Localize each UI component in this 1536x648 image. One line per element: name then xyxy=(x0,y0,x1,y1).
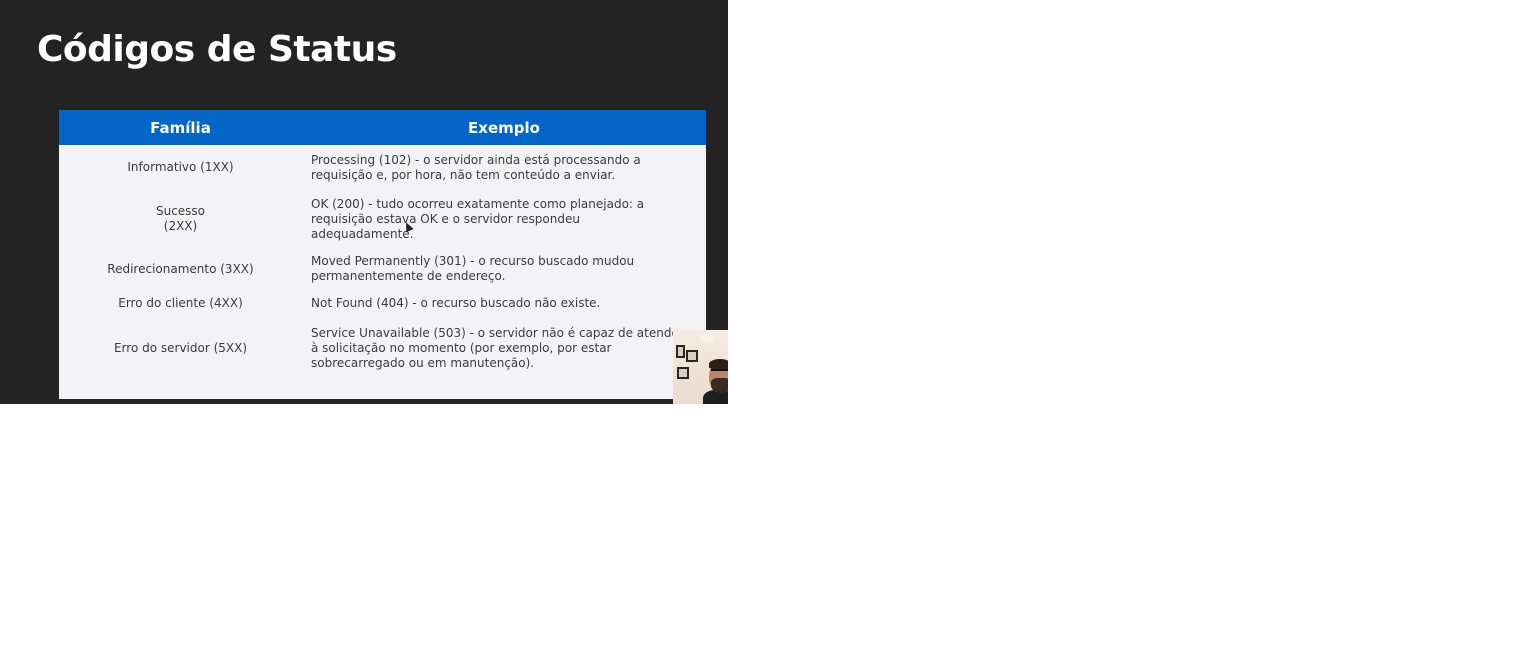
familia-cell: Erro do cliente (4XX) xyxy=(59,290,302,316)
familia-cell: Informativo (1XX) xyxy=(59,145,302,190)
exemplo-cell: OK (200) - tudo ocorreu exatamente como … xyxy=(311,196,645,241)
slide-title: Códigos de Status xyxy=(37,29,397,70)
familia-label-code: (2XX) xyxy=(163,219,198,233)
familia-label: Erro do cliente (4XX) xyxy=(118,295,243,310)
presenter-beard xyxy=(711,378,728,393)
header-exemplo: Exemplo xyxy=(302,110,706,145)
familia-label: Informativo (1XX) xyxy=(127,160,234,174)
status-codes-table: Família Exemplo Informativo (1XX) Proces… xyxy=(59,110,706,380)
presentation-slide: Códigos de Status Família Exemplo Inform… xyxy=(0,0,728,404)
familia-cell: Sucesso (2XX) xyxy=(59,190,302,248)
status-codes-table-container: Família Exemplo Informativo (1XX) Proces… xyxy=(59,110,706,399)
familia-label: Sucesso xyxy=(155,204,206,218)
lamp-shape xyxy=(701,336,713,341)
familia-label: Erro do servidor (5XX) xyxy=(113,340,248,355)
table-header-row: Família Exemplo xyxy=(59,110,706,145)
presenter-hair xyxy=(709,359,728,369)
table-row: Sucesso (2XX) OK (200) - tudo ocorreu ex… xyxy=(59,190,706,248)
familia-label: Redirecionamento (3XX) xyxy=(107,261,254,276)
wall-frame xyxy=(686,350,698,362)
exemplo-cell: Processing (102) - o servidor ainda está… xyxy=(311,152,641,182)
exemplo-cell: Moved Permanently (301) - o recurso busc… xyxy=(311,254,635,283)
familia-cell: Erro do servidor (5XX) xyxy=(59,316,302,380)
table-row: Informativo (1XX) Processing (102) - o s… xyxy=(59,145,706,190)
presenter-webcam-video[interactable] xyxy=(673,330,728,404)
exemplo-cell: Service Unavailable (503) - o servidor n… xyxy=(311,325,684,370)
table-row: Redirecionamento (3XX) Moved Permanently… xyxy=(59,248,706,290)
table-row: Erro do servidor (5XX) Service Unavailab… xyxy=(59,316,706,380)
exemplo-cell: Not Found (404) - o recurso buscado não … xyxy=(311,295,601,310)
familia-cell: Redirecionamento (3XX) xyxy=(59,248,302,290)
wall-frame xyxy=(677,367,689,379)
presenter-glasses xyxy=(711,369,728,375)
header-familia: Família xyxy=(59,110,302,145)
wall-frame xyxy=(676,345,685,358)
table-row: Erro do cliente (4XX) Not Found (404) - … xyxy=(59,290,706,316)
